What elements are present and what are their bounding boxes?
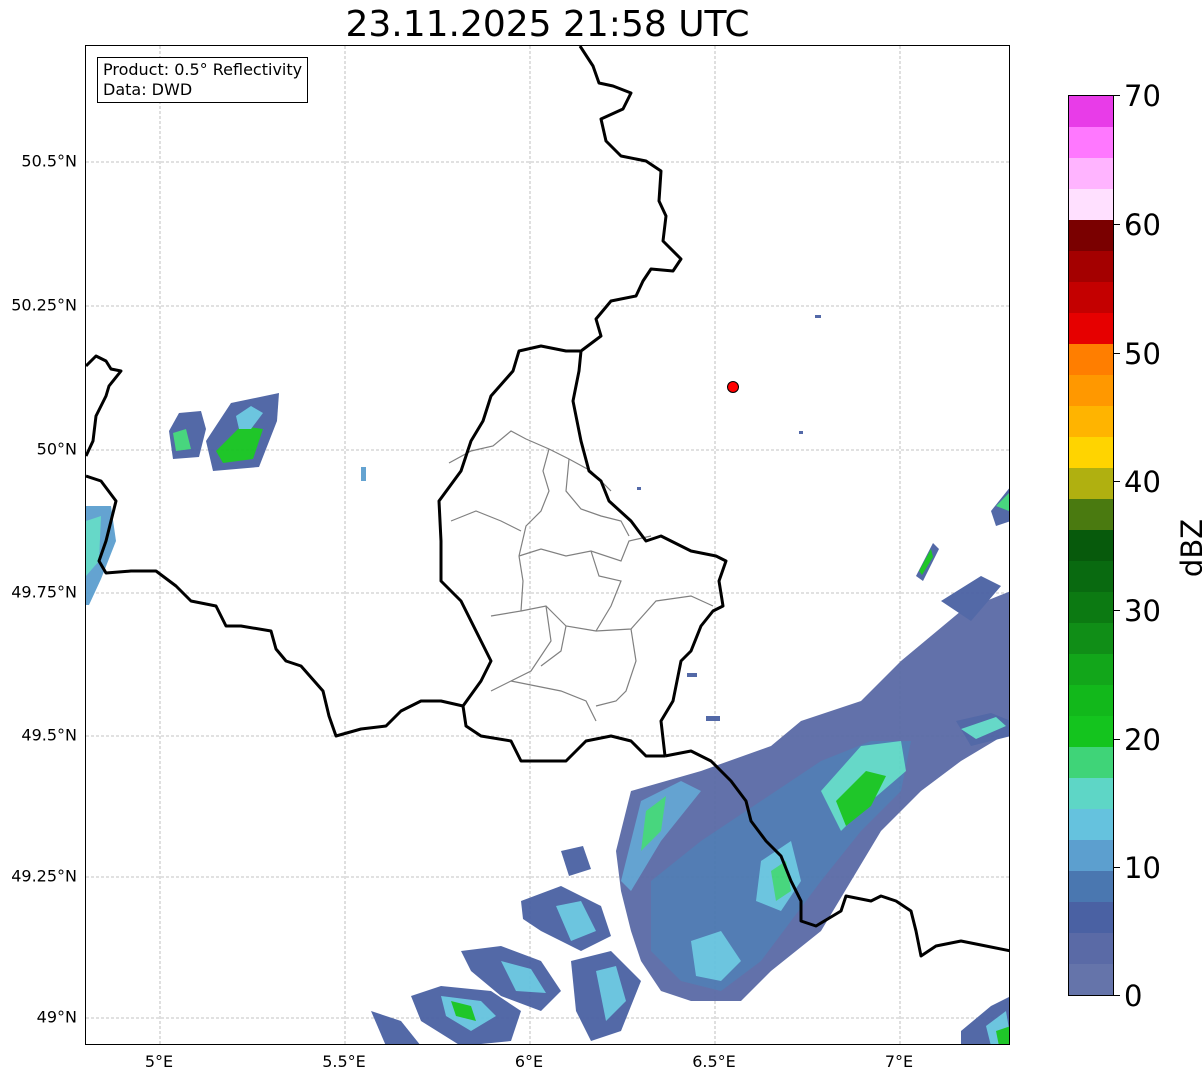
map-title: 23.11.2025 21:58 UTC [345, 4, 750, 45]
colorbar-segment [1069, 281, 1113, 313]
lat-label: 50.5°N [21, 151, 77, 171]
colorbar-segment [1069, 715, 1113, 747]
lat-label: 50°N [36, 439, 77, 459]
lon-label: 5°E [144, 1052, 174, 1071]
colorbar-segment [1069, 405, 1113, 437]
colorbar-segment [1069, 467, 1113, 499]
radar-echoes [86, 315, 1009, 1044]
colorbar-segment [1069, 870, 1113, 902]
colorbar-segment [1069, 95, 1113, 127]
colorbar-label: 20 [1124, 723, 1161, 757]
colorbar-segment [1069, 653, 1113, 685]
colorbar-segment [1069, 839, 1113, 871]
lat-label: 49.25°N [11, 866, 77, 886]
lon-label: 5.5°E [322, 1052, 366, 1071]
radar-map[interactable] [85, 45, 1010, 1045]
colorbar-segment [1069, 808, 1113, 840]
info-product: Product: 0.5° Reflectivity [103, 60, 303, 79]
colorbar-label: 60 [1124, 208, 1161, 242]
colorbar-segment [1069, 932, 1113, 964]
colorbar-segment [1069, 591, 1113, 623]
colorbar-segment [1069, 250, 1113, 282]
info-box: Product: 0.5° Reflectivity Data: DWD [97, 57, 309, 103]
colorbar-segment [1069, 901, 1113, 933]
colorbar-segment [1069, 529, 1113, 561]
colorbar-tick [1114, 95, 1120, 96]
colorbar-tick [1114, 481, 1120, 482]
colorbar-label: 30 [1124, 594, 1161, 628]
colorbar-segment [1069, 684, 1113, 716]
colorbar-tick [1114, 867, 1120, 868]
lon-label: 6.5°E [692, 1052, 736, 1071]
lon-label: 6°E [514, 1052, 544, 1071]
colorbar-tick [1114, 739, 1120, 740]
colorbar-segment [1069, 126, 1113, 158]
colorbar-segment [1069, 436, 1113, 468]
colorbar-segment [1069, 746, 1113, 778]
colorbar-tick [1114, 610, 1120, 611]
colorbar-segment [1069, 560, 1113, 592]
colorbar-label: 10 [1124, 851, 1161, 885]
colorbar-label: 40 [1124, 465, 1161, 499]
colorbar-segment [1069, 312, 1113, 344]
colorbar-tick [1114, 353, 1120, 354]
radar-site-marker [727, 381, 739, 393]
colorbar-label: 70 [1124, 79, 1161, 113]
lat-label: 49°N [36, 1007, 77, 1027]
map-canvas [86, 46, 1009, 1044]
lon-label: 7°E [884, 1052, 914, 1071]
colorbar-unit: dBZ [1175, 518, 1202, 578]
colorbar-tick [1114, 995, 1120, 996]
colorbar-segment [1069, 622, 1113, 654]
colorbar-segment [1069, 188, 1113, 220]
lat-label: 49.5°N [21, 725, 77, 745]
colorbar-segment [1069, 343, 1113, 375]
colorbar-segment [1069, 777, 1113, 809]
colorbar [1068, 95, 1114, 996]
colorbar-segment [1069, 157, 1113, 189]
colorbar-segment [1069, 963, 1113, 995]
lat-label: 50.25°N [11, 295, 77, 315]
lat-label: 49.75°N [11, 582, 77, 602]
info-data: Data: DWD [103, 80, 193, 99]
colorbar-segment [1069, 498, 1113, 530]
colorbar-label: 0 [1124, 979, 1143, 1013]
canton-borders [448, 430, 714, 722]
colorbar-tick [1114, 224, 1120, 225]
colorbar-label: 50 [1124, 337, 1161, 371]
colorbar-segment [1069, 219, 1113, 251]
colorbar-segment [1069, 374, 1113, 406]
